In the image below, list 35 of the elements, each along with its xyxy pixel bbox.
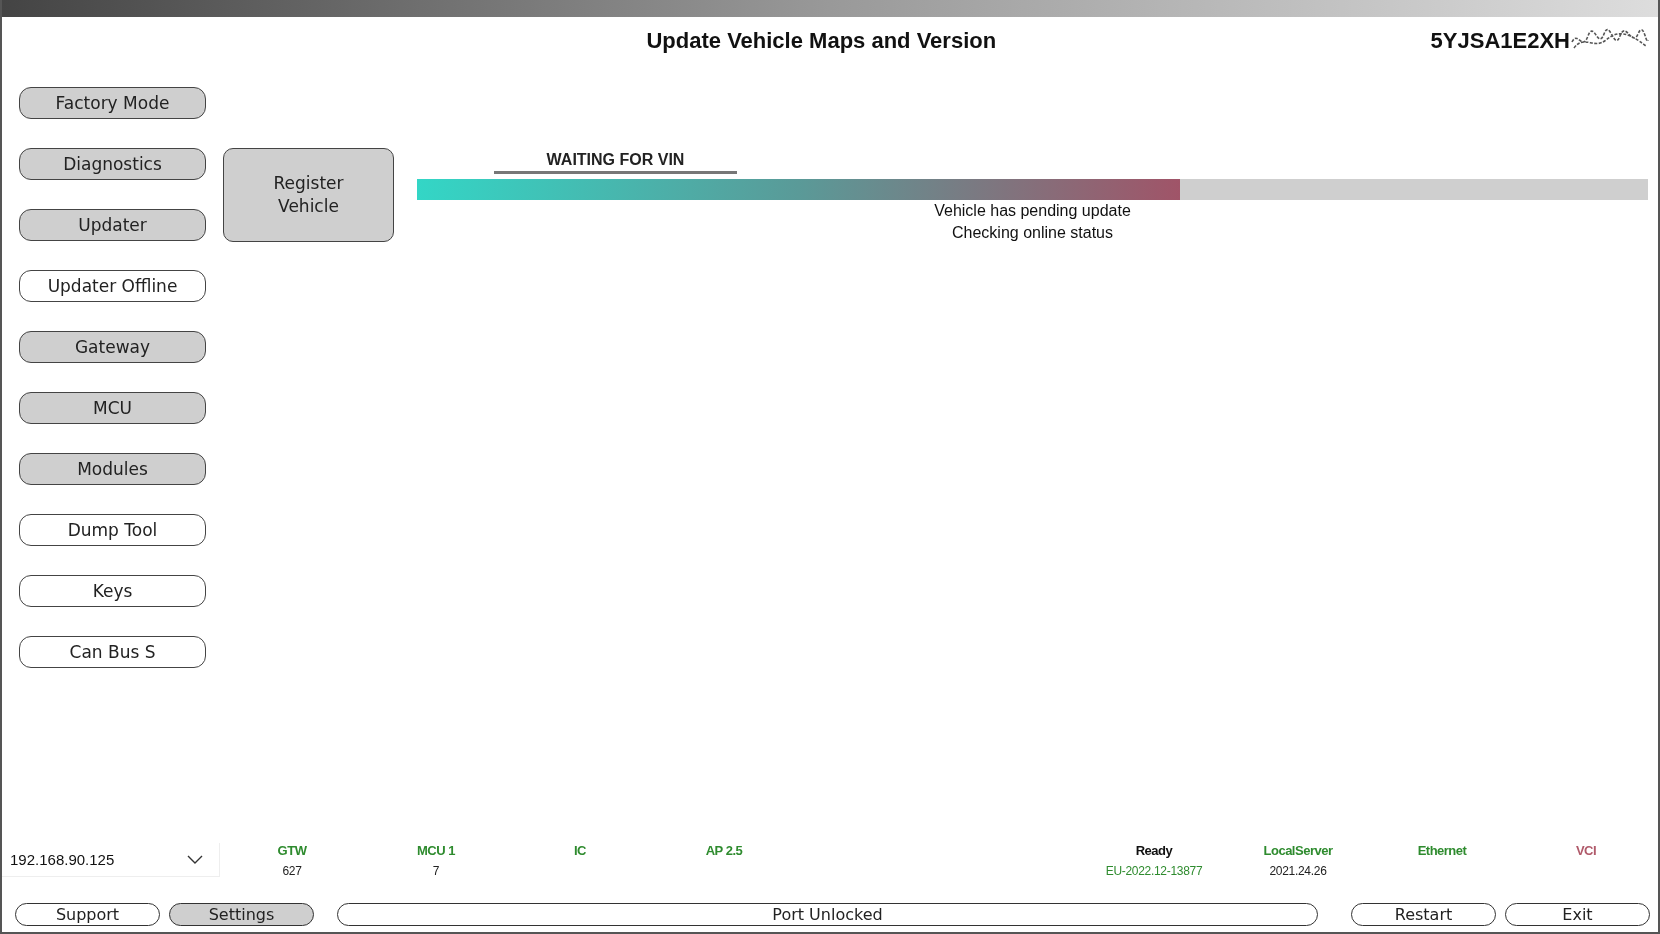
status-message: Checking online status: [951, 223, 1114, 243]
sidebar-button[interactable]: Keys: [19, 575, 206, 607]
vin-text: 5YJSA1E2XH: [1430, 28, 1570, 54]
footer-button[interactable]: Restart: [1351, 903, 1496, 926]
status-label: GTW: [277, 843, 307, 858]
status-label: Ready: [1135, 843, 1173, 858]
footer-button[interactable]: Exit: [1505, 903, 1650, 926]
status-label: Ethernet: [1417, 843, 1467, 858]
status-label: VCI: [1575, 843, 1597, 858]
sidebar-button[interactable]: Factory Mode: [19, 87, 206, 119]
footer-button[interactable]: Support: [15, 903, 160, 926]
register-vehicle-button[interactable]: Register Vehicle: [223, 148, 394, 242]
status-value: 7: [432, 864, 440, 878]
status-value: 627: [282, 864, 302, 878]
status-message: Vehicle has pending update: [933, 201, 1132, 221]
sidebar-button[interactable]: Modules: [19, 453, 206, 485]
ip-select[interactable]: 192.168.90.125: [2, 843, 220, 877]
sidebar-button[interactable]: MCU: [19, 392, 206, 424]
status-value: 2021.24.26: [1269, 864, 1327, 878]
sidebar-button[interactable]: Gateway: [19, 331, 206, 363]
status-label: MCU 1: [417, 843, 455, 858]
footer-button[interactable]: Port Unlocked: [337, 903, 1318, 926]
status-label: AP 2.5: [705, 843, 743, 858]
status-label: IC: [574, 843, 586, 858]
sidebar-button[interactable]: Dump Tool: [19, 514, 206, 546]
window-title: Update Vehicle Maps and Version: [645, 28, 998, 54]
status-label: LocalServer: [1263, 843, 1333, 858]
sidebar-button[interactable]: Can Bus S: [19, 636, 206, 668]
chevron-down-icon: [187, 855, 203, 864]
stage-label: WAITING FOR VIN: [494, 151, 737, 174]
sidebar-button[interactable]: Updater: [19, 209, 206, 241]
sidebar-button[interactable]: Updater Offline: [19, 270, 206, 302]
status-value: EU-2022.12-13877: [1105, 864, 1203, 878]
footer-button[interactable]: Settings: [169, 903, 314, 926]
sidebar-button[interactable]: Diagnostics: [19, 148, 206, 180]
